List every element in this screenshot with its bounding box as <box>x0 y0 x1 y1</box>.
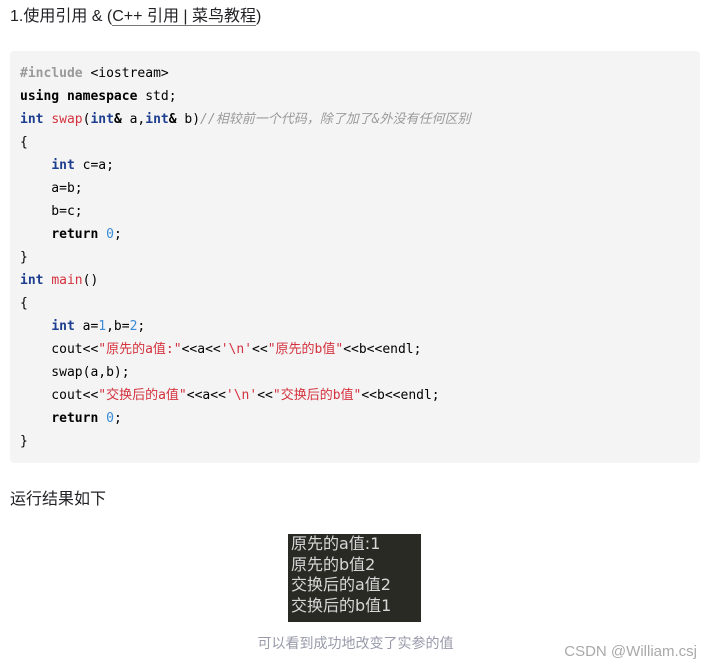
code-line: { <box>20 292 471 315</box>
code-token: "原先的b值" <box>267 342 344 357</box>
code-token: 0 <box>106 411 114 426</box>
code-line: using namespace std; <box>20 85 471 108</box>
code-token: { <box>20 135 28 150</box>
result-label: 运行结果如下 <box>10 491 107 508</box>
code-token: return <box>51 227 99 242</box>
code-token: int <box>51 158 75 173</box>
code-token: } <box>20 434 28 449</box>
code-token: using namespace <box>20 89 138 104</box>
code-token: 0 <box>106 227 114 242</box>
code-token: <<a<< <box>186 388 226 403</box>
code-token: cout<< <box>20 342 99 357</box>
code-token: int <box>20 273 44 288</box>
code-token: b=c; <box>20 204 83 219</box>
code-token: swap(a,b); <box>20 365 130 380</box>
code-line: cout<<"交换后的a值"<<a<<'\n'<<"交换后的b值"<<b<<en… <box>20 384 471 407</box>
code-token: //相较前一个代码，除了加了&外没有任何区别 <box>200 112 471 127</box>
code-token: <<a<< <box>181 342 221 357</box>
code-token: b) <box>176 112 201 127</box>
code-token: { <box>20 296 28 311</box>
code-line: a=b; <box>20 177 471 200</box>
code-token: '\n' <box>225 388 258 403</box>
code-token: <iostream> <box>82 66 169 81</box>
code-token: () <box>82 273 99 288</box>
code-token: << <box>257 388 273 403</box>
heading-prefix: 1.使用引用 & ( <box>10 8 113 25</box>
code-line: int main() <box>20 269 471 292</box>
code-line: int swap(int& a,int& b)//相较前一个代码，除了加了&外没… <box>20 108 471 131</box>
code-token: c=a; <box>74 158 114 173</box>
code-token: } <box>20 250 28 265</box>
console-line: 原先的b值2 <box>291 554 376 574</box>
code-line: int a=1,b=2; <box>20 315 471 338</box>
code-token: "交换后的a值" <box>98 388 187 403</box>
code-token: "原先的a值:" <box>98 342 182 357</box>
code-token: ; <box>113 227 122 242</box>
code-token: <<b<<endl; <box>361 388 440 403</box>
code-line: b=c; <box>20 200 471 223</box>
code-token: ; <box>137 319 146 334</box>
code-token: & <box>168 112 177 127</box>
console-line: 原先的a值:1 <box>291 534 381 553</box>
code-block: #include <iostream> using namespace std; i… <box>10 51 700 463</box>
code-line: cout<<"原先的a值:"<<a<<'\n'<<"原先的b值"<<b<<end… <box>20 338 471 361</box>
code-line: return 0; <box>20 407 471 430</box>
section-heading: 1.使用引用 & (C++ 引用 | 菜鸟教程) <box>10 6 261 28</box>
watermark: CSDN @William.csj <box>564 643 697 660</box>
code-token: 1 <box>98 319 107 334</box>
code-token: a=b; <box>20 181 83 196</box>
code-line: int c=a; <box>20 154 471 177</box>
console-line: 交换后的a值2 <box>291 575 391 594</box>
code-token: cout<< <box>20 388 99 403</box>
code-line: return 0; <box>20 223 471 246</box>
code-token: & <box>113 112 122 127</box>
code-token: '\n' <box>220 342 253 357</box>
code-line: { <box>20 131 471 154</box>
code-token: ,b= <box>106 319 130 334</box>
code-line: swap(a,b); <box>20 361 471 384</box>
code-token: a= <box>74 319 99 334</box>
code-token: a, <box>121 112 146 127</box>
code-content: #include <iostream> using namespace std; i… <box>20 62 471 453</box>
reference-link[interactable]: C++ 引用 | 菜鸟教程 <box>112 8 256 26</box>
code-token: #include <box>20 66 83 81</box>
code-token: int <box>51 319 75 334</box>
code-line: } <box>20 430 471 453</box>
code-token: swap <box>51 112 83 127</box>
code-token: int <box>90 112 114 127</box>
code-token: std; <box>137 89 177 104</box>
code-token: main <box>51 273 83 288</box>
code-line: #include <iostream> <box>20 62 471 85</box>
console-line: 交换后的b值1 <box>291 595 392 615</box>
code-token: <<b<<endl; <box>343 342 422 357</box>
code-token: int <box>145 112 169 127</box>
code-token: ; <box>113 411 122 426</box>
code-token: int <box>20 112 44 127</box>
heading-suffix: ) <box>256 8 262 25</box>
code-token: << <box>252 342 268 357</box>
code-line: } <box>20 246 471 269</box>
code-token: "交换后的b值" <box>272 388 362 403</box>
code-token: return <box>51 411 99 426</box>
console-output-image: 原先的a值:1 原先的b值2 交换后的a值2 交换后的b值1 <box>288 534 421 622</box>
